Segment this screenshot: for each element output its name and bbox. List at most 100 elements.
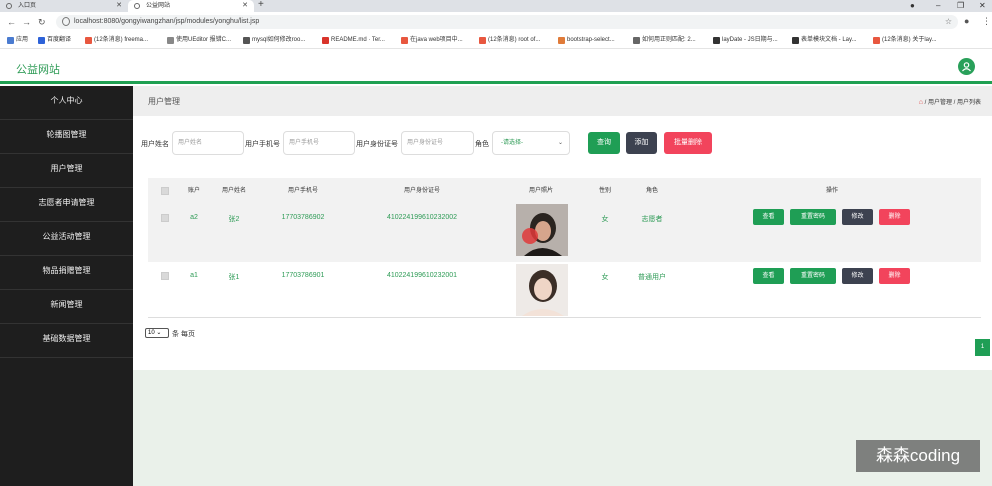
bookmark-favicon-icon <box>38 37 45 44</box>
breadcrumb-item[interactable]: 用户管理 <box>928 100 952 106</box>
close-icon[interactable]: ✕ <box>116 0 122 12</box>
forward-icon[interactable]: → <box>22 16 31 28</box>
edit-button[interactable]: 修改 <box>842 209 873 225</box>
reset-password-button[interactable]: 重置密码 <box>790 268 836 284</box>
sidebar-item-users[interactable]: 用户管理 <box>0 154 133 188</box>
role-select[interactable]: -请选择- ⌄ <box>492 131 570 155</box>
sidebar-item-label: 轮播图管理 <box>46 130 87 139</box>
user-avatar-icon[interactable] <box>958 58 975 75</box>
search-button[interactable]: 查询 <box>588 132 620 154</box>
bookmark-item[interactable]: (12条消息) 关于lay... <box>873 32 937 49</box>
profile-icon[interactable]: ● <box>964 15 969 27</box>
bookmark-item[interactable]: README.md · Ter... <box>322 32 385 49</box>
close-icon[interactable]: ✕ <box>242 0 248 12</box>
bookmark-favicon-icon <box>243 37 250 44</box>
column-header: 用户身份证号 <box>403 188 440 194</box>
bookmark-item[interactable]: 应用 <box>7 32 28 49</box>
column-header: 角色 <box>645 188 658 194</box>
globe-icon <box>134 3 140 9</box>
bookmark-favicon-icon <box>633 37 640 44</box>
bookmark-label: 使用UEditor 报错C... <box>176 37 232 43</box>
bookmark-item[interactable]: 如何用正则匹配: 2... <box>633 32 696 49</box>
breadcrumb: ⌂ / 用户管理 / 用户列表 <box>918 99 981 106</box>
page-title: 用户管理 <box>148 97 180 106</box>
search-name-label: 用户姓名 <box>141 141 169 148</box>
cell-account: a1 <box>190 272 198 279</box>
cell-phone: 17703786901 <box>281 272 325 279</box>
bookmark-favicon-icon <box>167 37 174 44</box>
browser-tab-active[interactable]: 公益网站 ✕ <box>128 0 254 12</box>
reset-password-button[interactable]: 重置密码 <box>790 209 836 225</box>
url-text: localhost:8080/gongyiwangzhan/jsp/module… <box>74 18 260 25</box>
user-photo[interactable] <box>516 264 568 316</box>
search-name-input[interactable]: 用户姓名 <box>172 131 244 155</box>
browser-tab-strip: 入口页 ✕ 公益网站 ✕ + ● – ❐ ✕ <box>0 0 992 12</box>
reload-icon[interactable]: ↻ <box>38 16 46 28</box>
bookmark-star-icon[interactable]: ☆ <box>945 15 952 29</box>
sidebar-item-news[interactable]: 新闻管理 <box>0 290 133 324</box>
profile-dot-icon[interactable]: ● <box>910 0 915 12</box>
sidebar-item-label: 用户管理 <box>50 164 83 173</box>
url-input[interactable]: localhost:8080/gongyiwangzhan/jsp/module… <box>56 15 958 29</box>
select-all-checkbox[interactable] <box>161 187 169 195</box>
table-header: 账户 用户姓名 用户手机号 用户身份证号 用户照片 性别 角色 操作 <box>148 178 981 204</box>
home-icon[interactable]: ⌂ <box>919 99 923 106</box>
bookmark-item[interactable]: mysql如何修改roo... <box>243 32 305 49</box>
column-header: 用户姓名 <box>221 188 246 194</box>
search-id-input[interactable]: 用户身份证号 <box>401 131 474 155</box>
content-panel: 用户管理 ⌂ / 用户管理 / 用户列表 用户姓名 用户姓名 用户手机号 用户手… <box>133 86 992 370</box>
sidebar-item-donations[interactable]: 物品捐赠管理 <box>0 256 133 290</box>
bookmark-item[interactable]: 百度翻译 <box>38 32 71 49</box>
delete-button[interactable]: 删除 <box>879 209 910 225</box>
bookmark-item[interactable]: layDate - JS日期与... <box>713 32 778 49</box>
cell-role: 志愿者 <box>641 216 663 223</box>
menu-icon[interactable]: ⋮ <box>982 15 991 27</box>
bookmark-item[interactable]: (12条消息) freema... <box>85 32 148 49</box>
search-phone-label: 用户手机号 <box>245 141 280 148</box>
add-button[interactable]: 添加 <box>626 132 657 154</box>
bookmark-item[interactable]: 在java web项目中... <box>401 32 463 49</box>
new-tab-icon[interactable]: + <box>258 0 264 10</box>
user-photo[interactable] <box>516 204 568 256</box>
cell-name: 张2 <box>228 216 240 223</box>
sidebar-item-activities[interactable]: 公益活动管理 <box>0 222 133 256</box>
site-title[interactable]: 公益网站 <box>16 61 60 77</box>
search-phone-input[interactable]: 用户手机号 <box>283 131 355 155</box>
sidebar-item-label: 志愿者申请管理 <box>38 198 95 207</box>
sidebar-item-carousel[interactable]: 轮播图管理 <box>0 120 133 154</box>
bookmark-label: (12条消息) 关于lay... <box>882 37 937 43</box>
search-role-label: 角色 <box>475 141 489 148</box>
cell-role: 普通用户 <box>638 274 666 281</box>
back-icon[interactable]: ← <box>7 16 16 28</box>
info-icon[interactable] <box>62 17 70 26</box>
browser-tab-entry[interactable]: 入口页 ✕ <box>0 0 128 12</box>
view-button[interactable]: 查看 <box>753 268 784 284</box>
window-close-icon[interactable]: ✕ <box>979 0 986 12</box>
page-size-label: 条 每页 <box>172 331 195 338</box>
table-row: a1 张1 17703786901 410224199610232001 女 普… <box>148 262 981 318</box>
maximize-icon[interactable]: ❐ <box>957 0 964 12</box>
bookmark-item[interactable]: bootstrap-select... <box>558 32 615 49</box>
row-checkbox[interactable] <box>161 214 169 222</box>
globe-icon <box>6 3 12 9</box>
edit-button[interactable]: 修改 <box>842 268 873 284</box>
view-button[interactable]: 查看 <box>753 209 784 225</box>
row-checkbox[interactable] <box>161 272 169 280</box>
address-bar: ← → ↻ localhost:8080/gongyiwangzhan/jsp/… <box>0 12 992 32</box>
tab-label: 公益网站 <box>146 3 171 9</box>
page-size-select[interactable]: 10 ⌄ <box>145 328 169 338</box>
bookmark-item[interactable]: 表单模块文档 - Lay... <box>792 32 857 49</box>
sidebar-item-base-data[interactable]: 基础数据管理 <box>0 324 133 358</box>
bookmark-label: mysql如何修改roo... <box>252 37 306 43</box>
bookmark-item[interactable]: (12条消息) root of... <box>479 32 540 49</box>
sidebar-item-volunteer-applications[interactable]: 志愿者申请管理 <box>0 188 133 222</box>
batch-delete-button[interactable]: 批量删除 <box>664 132 712 154</box>
cell-id-number: 410224199610232002 <box>386 214 458 221</box>
bookmark-favicon-icon <box>792 37 799 44</box>
minimize-icon[interactable]: – <box>936 0 940 12</box>
delete-button[interactable]: 删除 <box>879 268 910 284</box>
cell-gender: 女 <box>601 274 609 281</box>
page-number-button[interactable]: 1 <box>975 339 990 356</box>
bookmark-item[interactable]: 使用UEditor 报错C... <box>167 32 231 49</box>
sidebar-item-personal-center[interactable]: 个人中心 <box>0 86 133 120</box>
